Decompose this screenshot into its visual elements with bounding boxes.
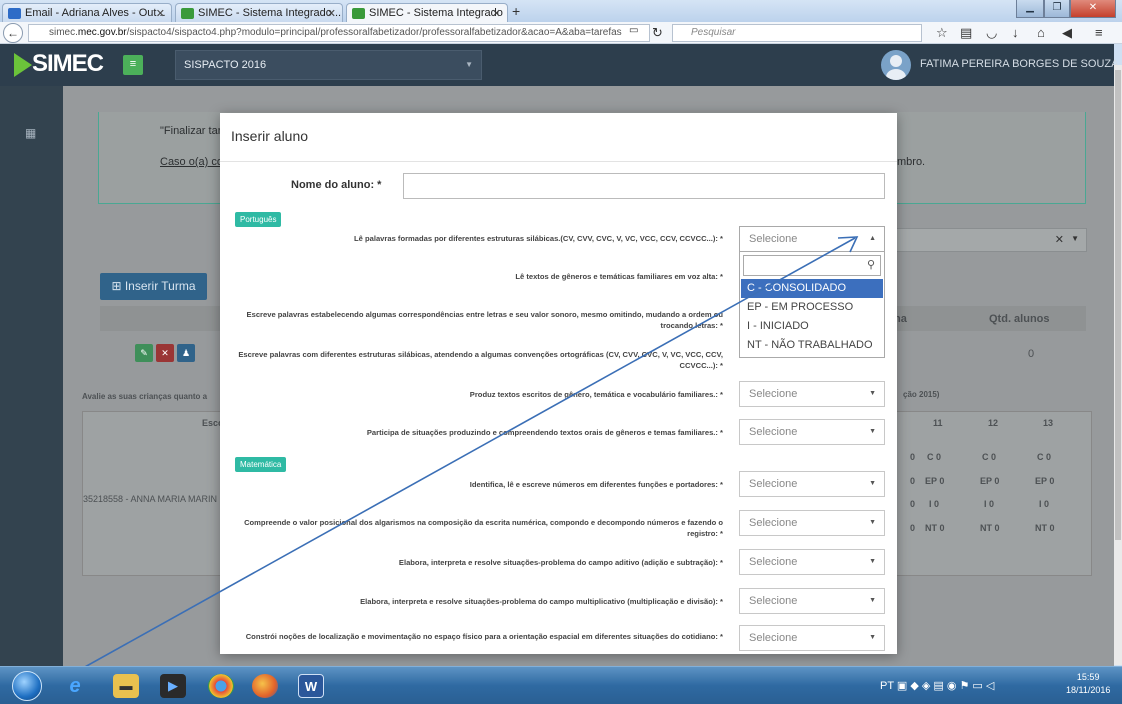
windows-taskbar: e ▬ ▶ W PT ▣ ◆ ◈ ▤ ◉ ⚑ ▭ ◁ 15:59 18/11/2… — [0, 666, 1122, 704]
annotation-arrow — [21, 236, 859, 703]
language-indicator[interactable]: PT — [880, 680, 894, 692]
clock[interactable]: 15:59 18/11/2016 — [1066, 671, 1110, 697]
clock-time: 15:59 — [1076, 672, 1100, 682]
media-player-icon[interactable]: ▶ — [160, 674, 186, 698]
start-button[interactable] — [12, 671, 42, 701]
system-tray: PT ▣ ◆ ◈ ▤ ◉ ⚑ ▭ ◁ — [880, 679, 994, 692]
word-icon[interactable]: W — [298, 674, 324, 698]
scrollbar-thumb[interactable] — [1115, 70, 1121, 540]
chrome-icon[interactable] — [208, 674, 234, 698]
clock-date: 18/11/2016 — [1066, 685, 1111, 695]
internet-explorer-icon[interactable]: e — [62, 674, 88, 698]
firefox-icon[interactable] — [252, 674, 278, 698]
file-explorer-icon[interactable]: ▬ — [113, 674, 139, 698]
page-scrollbar[interactable] — [1114, 65, 1122, 665]
tray-icon[interactable]: ▣ ◆ ◈ ▤ ◉ ⚑ ▭ ◁ — [897, 680, 994, 692]
arrow-line — [21, 237, 856, 703]
